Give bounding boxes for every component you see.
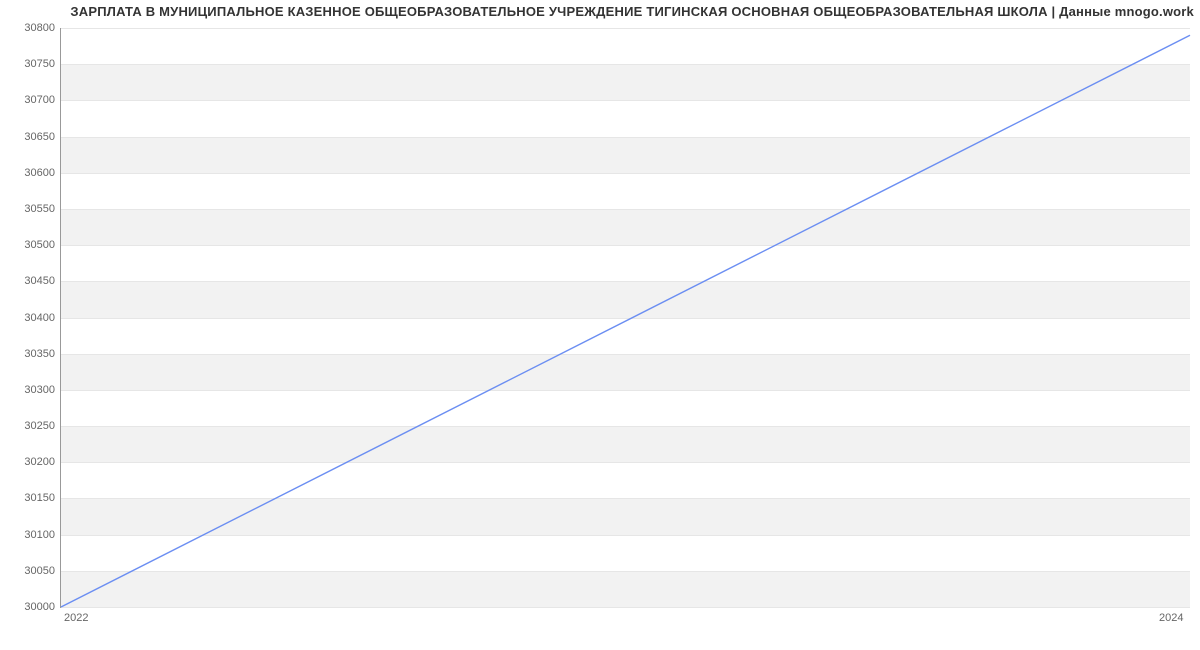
y-tick-label: 30400 [5,312,55,324]
y-tick-label: 30600 [5,167,55,179]
y-tick-label: 30550 [5,203,55,215]
chart-container: ЗАРПЛАТА В МУНИЦИПАЛЬНОЕ КАЗЕННОЕ ОБЩЕОБ… [0,0,1200,650]
x-tick-label: 2022 [64,612,88,624]
y-tick-label: 30500 [5,239,55,251]
y-tick-label: 30100 [5,529,55,541]
y-tick-label: 30250 [5,420,55,432]
series-line [61,35,1190,607]
y-tick-label: 30000 [5,601,55,613]
y-tick-label: 30650 [5,131,55,143]
y-tick-label: 30750 [5,58,55,70]
y-tick-label: 30350 [5,348,55,360]
gridline [61,607,1190,608]
y-tick-label: 30800 [5,22,55,34]
y-tick-label: 30300 [5,384,55,396]
plot-area [60,28,1190,608]
y-tick-label: 30150 [5,492,55,504]
y-tick-label: 30450 [5,275,55,287]
y-tick-label: 30050 [5,565,55,577]
line-series [61,28,1190,607]
x-tick-label: 2024 [1159,612,1183,624]
y-tick-label: 30700 [5,94,55,106]
y-tick-label: 30200 [5,456,55,468]
chart-title: ЗАРПЛАТА В МУНИЦИПАЛЬНОЕ КАЗЕННОЕ ОБЩЕОБ… [0,4,1194,19]
